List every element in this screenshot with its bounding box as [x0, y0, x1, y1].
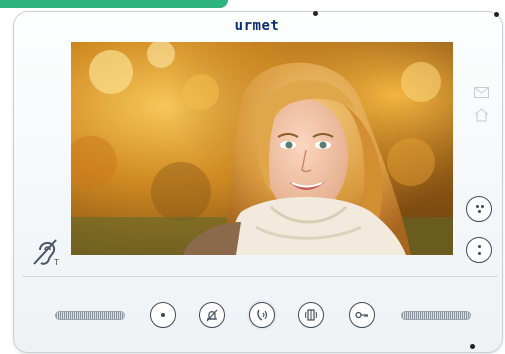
dot-icon [481, 205, 484, 208]
key-icon [355, 311, 368, 319]
dot-icon [478, 210, 481, 213]
video-screen [71, 42, 453, 255]
dot-icon [161, 313, 165, 317]
screw-icon [470, 344, 475, 349]
dot-icon [478, 245, 481, 248]
screw-icon [313, 11, 318, 16]
speaker-grille [56, 312, 124, 319]
door-release-button[interactable] [349, 302, 375, 328]
speaker-grille [402, 312, 470, 319]
home-icon [474, 107, 489, 126]
handset-audio-icon [257, 309, 268, 321]
dot-icon [478, 252, 481, 255]
divider [22, 276, 498, 277]
door-icon [305, 309, 317, 321]
side-button-lower[interactable] [466, 237, 492, 263]
mute-button[interactable] [199, 302, 225, 328]
hearing-aid-label: T [54, 258, 59, 267]
talk-button[interactable] [249, 302, 275, 328]
bell-mute-icon [206, 309, 218, 322]
dot-icon [476, 205, 479, 208]
door-panel-button[interactable] [298, 302, 324, 328]
envelope-icon [474, 83, 489, 102]
side-button-upper[interactable] [466, 196, 492, 222]
hearing-aid-indicator: T [30, 236, 62, 270]
accent-bar [0, 0, 228, 8]
screw-icon [494, 12, 499, 17]
brand-logo: urmet [234, 18, 280, 34]
menu-button[interactable] [150, 302, 176, 328]
